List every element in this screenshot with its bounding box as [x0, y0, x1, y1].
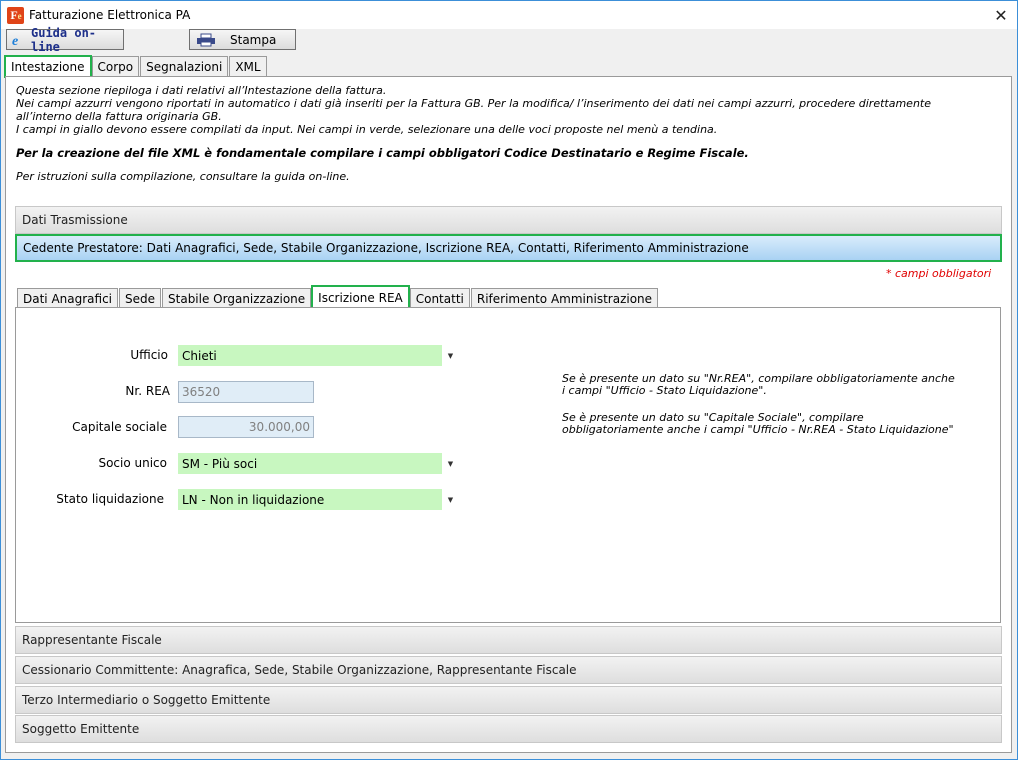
- ufficio-value: Chieti: [182, 348, 217, 363]
- nrea-label: Nr. REA: [125, 384, 170, 398]
- section-dati-trasmissione[interactable]: Dati Trasmissione: [15, 206, 1002, 234]
- section-rappresentante-fiscale[interactable]: Rappresentante Fiscale: [15, 626, 1002, 654]
- info-line: Nei campi azzurri vengono riportati in a…: [16, 97, 931, 110]
- required-fields-note: * campi obbligatori: [886, 267, 992, 280]
- stato-liquidazione-value: LN - Non in liquidazione: [182, 492, 325, 507]
- info-line: I campi in giallo devono essere compilat…: [16, 123, 718, 136]
- info-guide-note: Per istruzioni sulla compilazione, consu…: [16, 170, 350, 183]
- section-cedente-prestatore[interactable]: Cedente Prestatore: Dati Anagrafici, Sed…: [15, 234, 1002, 262]
- nrea-note: Se è presente un dato su "Nr.REA", compi…: [562, 372, 955, 397]
- tab-intestazione[interactable]: Intestazione: [4, 55, 92, 78]
- stampa-button[interactable]: Stampa: [189, 29, 296, 50]
- svg-text:e: e: [12, 34, 18, 47]
- title-bar: Fe Fatturazione Elettronica PA ✕: [1, 1, 1017, 29]
- section-terzo-intermediario[interactable]: Terzo Intermediario o Soggetto Emittente: [15, 686, 1002, 714]
- section-cessionario-committente[interactable]: Cessionario Committente: Anagrafica, Sed…: [15, 656, 1002, 684]
- capitale-sociale-field: 30.000,00: [178, 416, 314, 438]
- chevron-down-icon[interactable]: ▼: [442, 489, 459, 510]
- browser-icon: e: [11, 33, 25, 47]
- chevron-down-icon[interactable]: ▼: [442, 453, 459, 474]
- tab-riferimento-amministrazione[interactable]: Riferimento Amministrazione: [470, 288, 659, 308]
- socio-unico-label: Socio unico: [98, 456, 167, 470]
- tab-dati-anagrafici[interactable]: Dati Anagrafici: [17, 288, 119, 308]
- tab-contatti[interactable]: Contatti: [409, 288, 470, 308]
- ufficio-label: Ufficio: [130, 348, 168, 362]
- ufficio-select[interactable]: Chieti ▼: [178, 345, 459, 366]
- section-soggetto-emittente[interactable]: Soggetto Emittente: [15, 715, 1002, 743]
- info-bold-note: Per la creazione del file XML è fondamen…: [16, 146, 749, 160]
- tab-segnalazioni[interactable]: Segnalazioni: [140, 56, 229, 76]
- guida-online-button[interactable]: e Guida on-line: [6, 26, 124, 54]
- stato-liquidazione-select[interactable]: LN - Non in liquidazione ▼: [178, 489, 459, 510]
- socio-unico-select[interactable]: SM - Più soci ▼: [178, 453, 459, 474]
- tab-corpo[interactable]: Corpo: [91, 56, 140, 76]
- window-title: Fatturazione Elettronica PA: [29, 8, 191, 22]
- close-icon[interactable]: ✕: [991, 5, 1011, 25]
- cedente-sub-tabs: Dati Anagrafici Sede Stabile Organizzazi…: [17, 285, 659, 309]
- app-logo-icon: Fe: [7, 7, 24, 24]
- socio-unico-value: SM - Più soci: [182, 456, 258, 471]
- chevron-down-icon[interactable]: ▼: [442, 345, 459, 366]
- info-line: Questa sezione riepiloga i dati relativi…: [16, 84, 387, 97]
- app-window: Fe Fatturazione Elettronica PA ✕ e Guida…: [0, 0, 1018, 760]
- tab-stabile-organizzazione[interactable]: Stabile Organizzazione: [162, 288, 312, 308]
- printer-icon: [196, 33, 216, 47]
- info-line: all’interno della fattura originaria GB.: [16, 110, 222, 123]
- tab-iscrizione-rea[interactable]: Iscrizione REA: [311, 285, 410, 309]
- main-tabs: Intestazione Corpo Segnalazioni XML: [4, 55, 268, 78]
- capitale-note: Se è presente un dato su "Capitale Socia…: [562, 411, 954, 436]
- tab-sede[interactable]: Sede: [119, 288, 162, 308]
- tab-xml[interactable]: XML: [229, 56, 267, 76]
- nrea-field: 36520: [178, 381, 314, 403]
- stato-liquidazione-label: Stato liquidazione: [56, 492, 164, 506]
- capitale-sociale-label: Capitale sociale: [72, 420, 167, 434]
